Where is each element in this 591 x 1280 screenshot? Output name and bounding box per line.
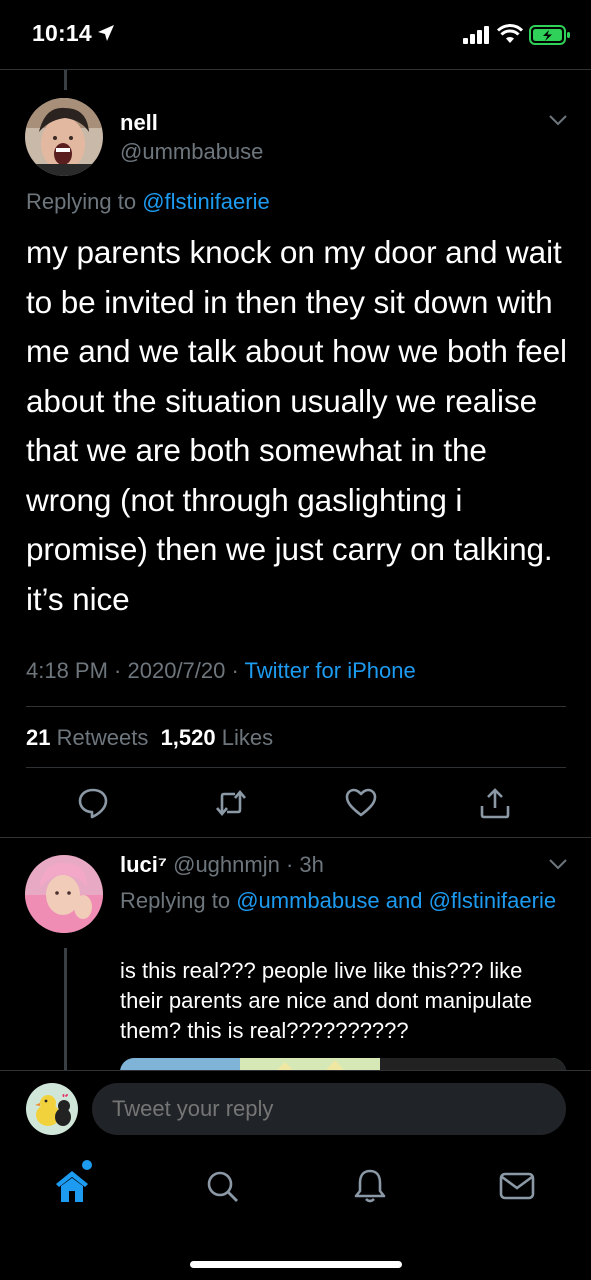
reply-header: luci⁷ @ughnmjn · 3h (120, 852, 324, 877)
likes-label: Likes (221, 725, 274, 750)
search-icon[interactable] (202, 1166, 242, 1206)
retweets-count: 21 (26, 725, 51, 750)
reply-text: is this real??? people live like this???… (120, 958, 533, 1043)
replying-to-link[interactable]: @flstinifaerie (429, 888, 557, 913)
wifi-icon (497, 24, 523, 43)
tweet-text: my parents knock on my door and wait to … (26, 234, 567, 617)
reply-input[interactable] (92, 1083, 566, 1135)
reply-author-name[interactable]: luci⁷ (120, 852, 167, 877)
chevron-down-icon[interactable] (548, 114, 568, 126)
divider (0, 837, 591, 838)
replying-to-link[interactable]: @flstinifaerie (142, 189, 270, 214)
likes-stat[interactable]: 1,520 Likes (161, 725, 274, 750)
tweet-date: 2020/7/20 (127, 658, 226, 683)
share-icon[interactable] (478, 786, 512, 820)
like-icon[interactable] (344, 786, 378, 820)
home-new-indicator (82, 1160, 92, 1170)
home-icon[interactable] (52, 1166, 92, 1206)
thread-connector (64, 70, 67, 90)
reply-age: 3h (299, 852, 324, 877)
battery-icon (529, 25, 570, 45)
replying-and: and (385, 888, 423, 913)
author-handle[interactable]: @ummbabuse (120, 139, 263, 165)
home-indicator[interactable] (190, 1261, 402, 1268)
tweet-time: 4:18 PM (26, 658, 108, 683)
retweet-icon[interactable] (214, 786, 248, 820)
tweet-source[interactable]: Twitter for iPhone (245, 658, 416, 683)
retweets-label: Retweets (56, 725, 149, 750)
replying-to-link[interactable]: @ummbabuse (236, 888, 379, 913)
location-arrow-icon (98, 25, 114, 41)
notifications-icon[interactable] (350, 1166, 390, 1206)
avatar[interactable] (25, 855, 103, 933)
tweet-meta: 4:18 PM · 2020/7/20 · Twitter for iPhone (26, 658, 416, 683)
reply-icon[interactable] (76, 786, 110, 820)
replying-prefix: Replying to (26, 189, 137, 214)
avatar[interactable] (26, 1083, 78, 1135)
divider (0, 1070, 591, 1071)
avatar[interactable] (25, 98, 103, 176)
divider (26, 767, 566, 768)
replying-to: Replying to @flstinifaerie (26, 189, 270, 215)
replying-prefix: Replying to (120, 888, 231, 913)
thread-connector (64, 948, 67, 1070)
status-time: 10:14 (32, 20, 92, 46)
divider (0, 69, 591, 70)
reply-author-handle[interactable]: @ughnmjn (173, 852, 280, 877)
replying-to: Replying to @ummbabuse and @flstinifaeri… (120, 884, 560, 917)
author-name[interactable]: nell (120, 110, 158, 136)
tweet-stats: 21 Retweets 1,520 Likes (26, 725, 273, 751)
chevron-down-icon[interactable] (548, 858, 568, 870)
divider (26, 706, 566, 707)
likes-count: 1,520 (160, 725, 216, 750)
signal-icon (463, 26, 489, 44)
messages-icon[interactable] (497, 1166, 537, 1206)
retweets-stat[interactable]: 21 Retweets (26, 725, 148, 750)
